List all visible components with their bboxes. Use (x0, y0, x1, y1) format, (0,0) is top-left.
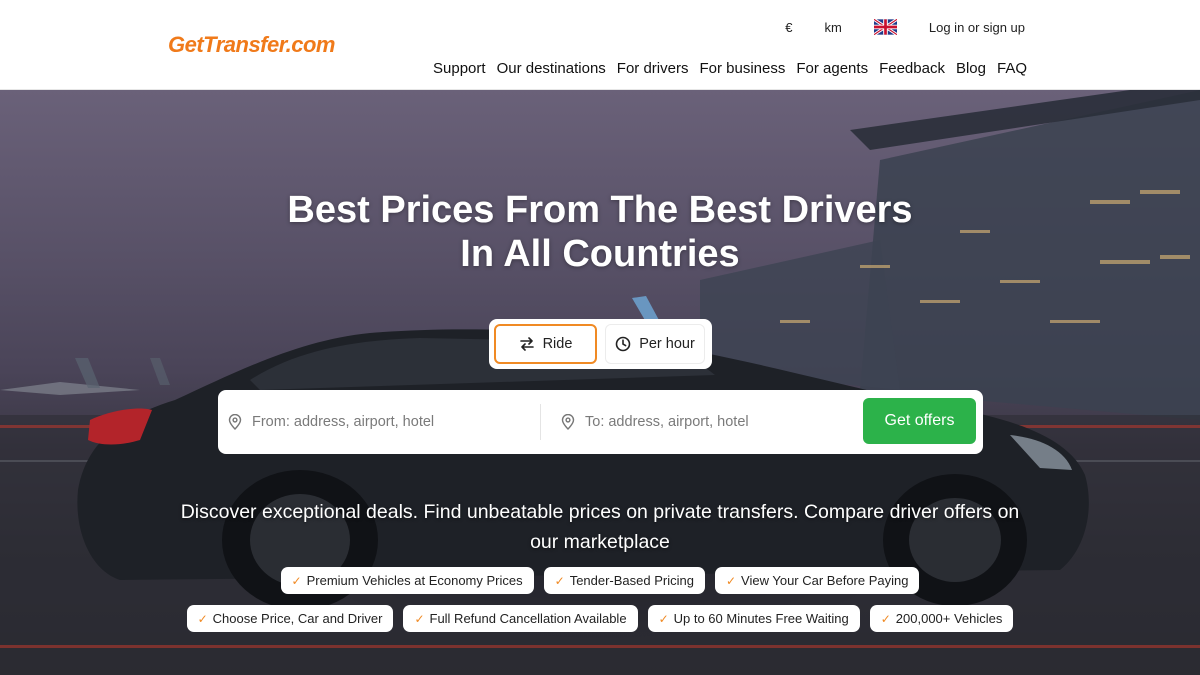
mode-ride-label: Ride (542, 336, 573, 352)
swap-arrows-icon (519, 337, 534, 351)
units-selector[interactable]: km (825, 20, 842, 35)
checkmark-icon: ✓ (658, 611, 669, 626)
feature-chip: ✓ Tender-Based Pricing (543, 567, 705, 594)
hero-title-line-2: In All Countries (460, 233, 740, 275)
checkmark-icon: ✓ (414, 611, 425, 626)
feature-chip: ✓ 200,000+ Vehicles (869, 605, 1014, 632)
feature-chip: ✓ Up to 60 Minutes Free Waiting (647, 605, 860, 632)
site-header: GetTransfer.com € km Log in or sign up S… (0, 0, 1200, 90)
nav-blog[interactable]: Blog (956, 60, 986, 77)
feature-chip: ✓ Choose Price, Car and Driver (186, 605, 394, 632)
feature-chips-row-1: ✓ Premium Vehicles at Economy Prices ✓ T… (0, 567, 1200, 594)
feature-chip: ✓ View Your Car Before Paying (714, 567, 920, 594)
nav-for-drivers[interactable]: For drivers (617, 60, 689, 77)
feature-chip: ✓ Full Refund Cancellation Available (403, 605, 638, 632)
checkmark-icon: ✓ (291, 573, 302, 588)
login-link[interactable]: Log in or sign up (929, 20, 1025, 35)
to-input[interactable] (585, 414, 835, 430)
main-nav: Support Our destinations For drivers For… (433, 60, 1027, 77)
site-logo[interactable]: GetTransfer.com (168, 32, 335, 58)
checkmark-icon: ✓ (197, 611, 208, 626)
checkmark-icon: ✓ (880, 611, 891, 626)
nav-support[interactable]: Support (433, 60, 486, 77)
hero-title: Best Prices From The Best Drivers In All… (0, 188, 1200, 276)
nav-destinations[interactable]: Our destinations (497, 60, 606, 77)
trip-mode-switch: Ride Per hour (489, 319, 712, 369)
uk-flag-icon (873, 19, 897, 35)
to-field (540, 404, 860, 440)
get-offers-button[interactable]: Get offers (863, 398, 976, 444)
nav-for-agents[interactable]: For agents (796, 60, 868, 77)
from-input[interactable] (252, 414, 502, 430)
transfer-search-form: Get offers (218, 390, 983, 454)
feature-chip: ✓ Premium Vehicles at Economy Prices (280, 567, 534, 594)
hero-title-line-1: Best Prices From The Best Drivers (287, 189, 913, 231)
checkmark-icon: ✓ (554, 573, 565, 588)
language-selector[interactable] (873, 19, 897, 35)
hero-section: Best Prices From The Best Drivers In All… (0, 90, 1200, 675)
checkmark-icon: ✓ (725, 573, 737, 588)
location-pin-icon (561, 414, 575, 430)
nav-faq[interactable]: FAQ (997, 60, 1027, 77)
nav-feedback[interactable]: Feedback (879, 60, 945, 77)
mode-per-hour-button[interactable]: Per hour (605, 324, 705, 364)
currency-selector[interactable]: € (785, 20, 792, 35)
header-utilities: € km Log in or sign up (785, 17, 1025, 37)
nav-for-business[interactable]: For business (699, 60, 785, 77)
location-pin-icon (228, 414, 242, 430)
feature-chips-row-2: ✓ Choose Price, Car and Driver ✓ Full Re… (0, 605, 1200, 632)
mode-ride-button[interactable]: Ride (494, 324, 597, 364)
mode-per-hour-label: Per hour (639, 336, 695, 352)
clock-icon (615, 336, 631, 352)
from-field (218, 390, 540, 454)
hero-tagline: Discover exceptional deals. Find unbeata… (180, 501, 1020, 553)
